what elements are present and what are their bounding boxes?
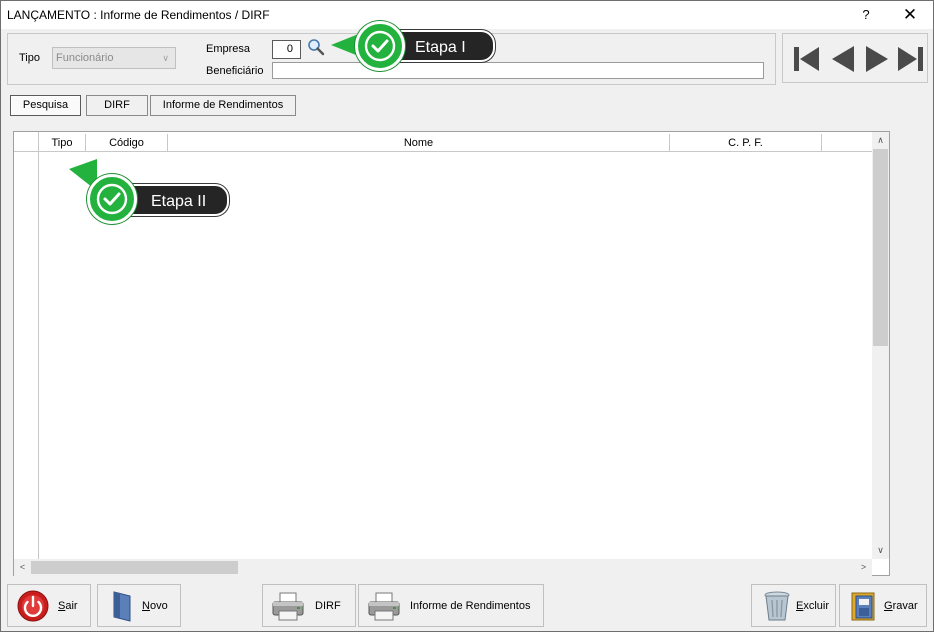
last-record-icon[interactable] — [895, 43, 927, 75]
scroll-right-icon[interactable]: > — [855, 559, 872, 576]
scroll-up-icon[interactable]: ∧ — [872, 132, 889, 149]
tipo-select-value: Funcionário — [56, 52, 114, 64]
power-icon — [16, 590, 50, 622]
tab-informe-de-rendimentos[interactable]: Informe de Rendimentos — [150, 95, 296, 116]
tab-dirf[interactable]: DIRF — [86, 95, 148, 116]
column-header-codigo[interactable]: Código — [86, 134, 168, 152]
sair-button[interactable]: Sair — [7, 584, 91, 627]
empresa-input[interactable]: 0 — [272, 40, 301, 59]
excluir-button[interactable]: Excluir — [751, 584, 836, 627]
trash-icon — [760, 590, 794, 622]
horizontal-scrollbar[interactable]: < > — [14, 559, 872, 576]
close-button[interactable]: ✕ — [897, 3, 923, 27]
new-document-icon — [106, 590, 140, 622]
chevron-down-icon: ∨ — [162, 53, 169, 63]
step-callout-etapa-1: Etapa I — [331, 19, 501, 75]
grid-header: Tipo Código Nome C. P. F. — [14, 134, 872, 152]
step-callout-etapa-2: Etapa II — [67, 157, 233, 233]
tipo-label: Tipo — [19, 52, 40, 64]
row-indicator-column — [14, 132, 39, 559]
informe-print-button[interactable]: Informe de Rendimentos — [358, 584, 544, 627]
column-header-tipo[interactable]: Tipo — [39, 134, 86, 152]
window-title: LANÇAMENTO : Informe de Rendimentos / DI… — [7, 8, 270, 22]
checkmark-icon — [355, 21, 405, 71]
novo-label: Novo — [142, 600, 168, 612]
next-record-icon[interactable] — [861, 43, 893, 75]
tipo-select[interactable]: Funcionário ∨ — [52, 47, 176, 69]
empresa-label: Empresa — [206, 43, 251, 55]
sair-label: Sair — [58, 600, 78, 612]
dirf-print-button[interactable]: DIRF — [262, 584, 356, 627]
scroll-down-icon[interactable]: ∨ — [872, 542, 889, 559]
main-window: LANÇAMENTO : Informe de Rendimentos / DI… — [0, 0, 934, 632]
beneficiario-label: Beneficiário — [206, 65, 264, 77]
search-icon[interactable] — [306, 38, 326, 56]
dirf-print-label: DIRF — [315, 600, 341, 612]
save-folder-icon — [848, 590, 882, 622]
record-navigator — [782, 33, 928, 83]
gravar-label: Gravar — [884, 600, 918, 612]
vertical-scrollbar[interactable]: ∧ ∨ — [872, 132, 889, 559]
previous-record-icon[interactable] — [827, 43, 859, 75]
excluir-label: Excluir — [796, 600, 830, 612]
column-header-nome[interactable]: Nome — [168, 134, 670, 152]
novo-button[interactable]: Novo — [97, 584, 181, 627]
informe-print-label: Informe de Rendimentos — [410, 600, 531, 612]
checkmark-icon — [87, 174, 137, 224]
first-record-icon[interactable] — [791, 43, 823, 75]
printer-icon — [271, 590, 305, 622]
tab-pesquisa[interactable]: Pesquisa — [10, 95, 81, 116]
printer-icon — [367, 590, 401, 622]
vertical-scroll-thumb[interactable] — [873, 149, 888, 346]
help-button[interactable]: ? — [853, 3, 879, 27]
column-header-cpf[interactable]: C. P. F. — [670, 134, 822, 152]
header-indicator — [14, 134, 39, 152]
scroll-left-icon[interactable]: < — [14, 559, 31, 576]
horizontal-scroll-thumb[interactable] — [31, 561, 238, 574]
gravar-button[interactable]: Gravar — [839, 584, 927, 627]
